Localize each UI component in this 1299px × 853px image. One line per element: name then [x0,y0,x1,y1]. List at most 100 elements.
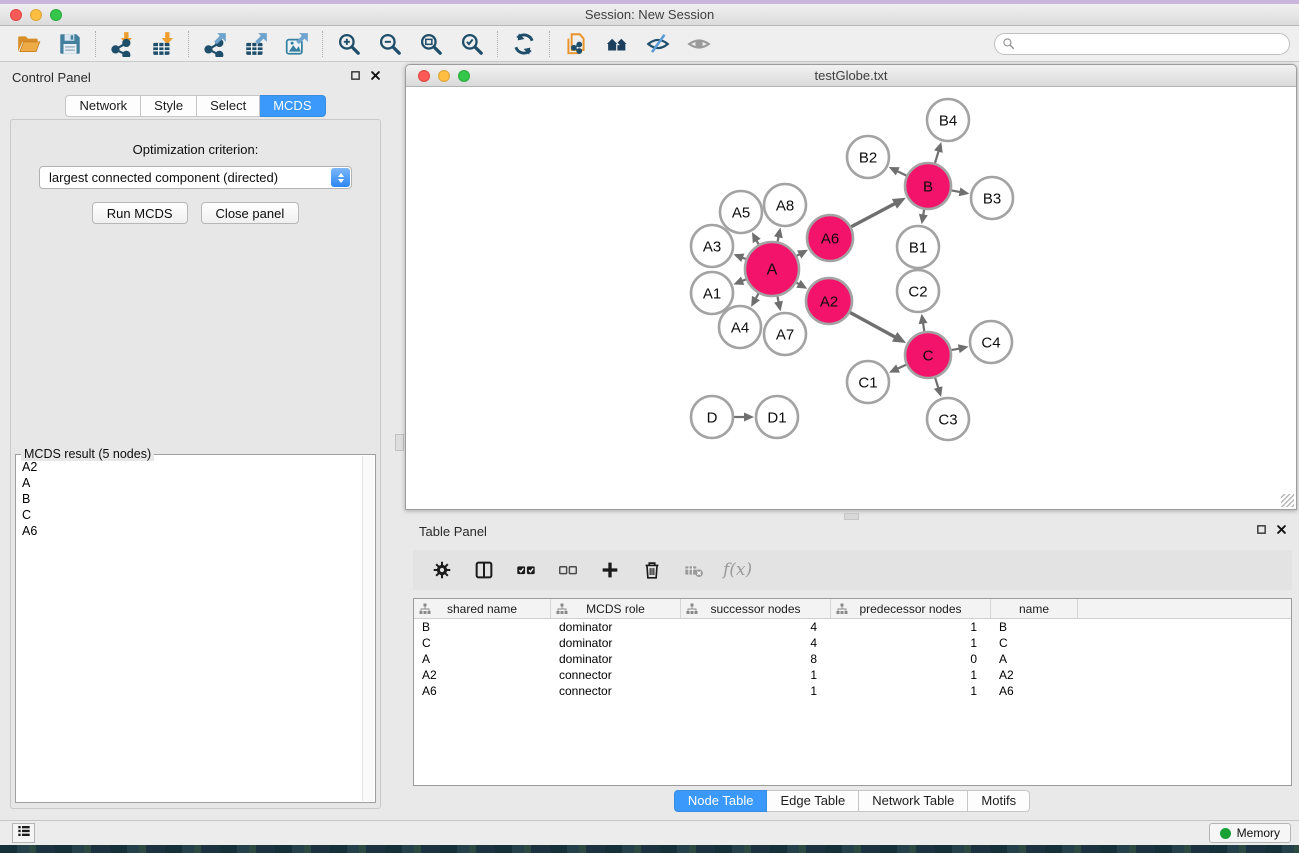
gear-icon[interactable] [429,557,455,583]
tab-node-table[interactable]: Node Table [674,790,768,812]
tab-mcds[interactable]: MCDS [260,95,325,117]
tab-network[interactable]: Network [65,95,141,117]
minimize-window-button[interactable] [30,9,42,21]
zoom-fit-icon[interactable] [410,29,451,59]
table-row[interactable]: Bdominator41B [414,619,1291,635]
search-field[interactable] [994,33,1290,55]
network-canvas[interactable]: A A1 A2 A3 A4 A5 A6 A7 A8 B B1 B2 B3 B4 C C1 C2 C3C4 D D1 [406,87,1296,509]
export-table-icon[interactable] [235,29,276,59]
export-network-icon[interactable] [194,29,235,59]
memory-button[interactable]: Memory [1209,823,1291,843]
node-A[interactable]: A [745,242,799,296]
edge-A6-B[interactable] [851,203,896,227]
node-B4[interactable]: B4 [927,99,969,141]
column-header-shared-name[interactable]: shared name [414,599,551,618]
result-item[interactable]: B [22,491,356,507]
zoom-out-icon[interactable] [369,29,410,59]
task-history-button[interactable] [12,823,35,843]
network-close-button[interactable] [418,70,430,82]
node-C4[interactable]: C4 [970,321,1012,363]
tab-network-table[interactable]: Network Table [859,790,968,812]
close-window-button[interactable] [10,9,22,21]
close-panel-icon[interactable] [370,70,381,81]
node-C3[interactable]: C3 [927,398,969,440]
close-panel-button[interactable]: Close panel [201,202,300,224]
column-header-successor-nodes[interactable]: successor nodes [681,599,831,618]
node-D[interactable]: D [691,396,733,438]
export-image-icon[interactable] [276,29,317,59]
run-mcds-button[interactable]: Run MCDS [92,202,188,224]
function-builder-icon[interactable]: f(x) [723,560,752,580]
add-column-icon[interactable] [597,557,623,583]
split-view-icon[interactable] [471,557,497,583]
node-A7[interactable]: A7 [764,313,806,355]
result-scrollbar[interactable] [362,456,374,801]
node-C2[interactable]: C2 [897,270,939,312]
refresh-icon[interactable] [503,29,544,59]
node-B2[interactable]: B2 [847,136,889,178]
node-A4[interactable]: A4 [719,306,761,348]
deselect-all-icon[interactable] [555,557,581,583]
search-input[interactable] [1015,35,1289,53]
node-C[interactable]: C [905,332,951,378]
show-panels-icon[interactable] [678,29,719,59]
edge-B-B4[interactable] [935,150,939,163]
criterion-select[interactable]: largest connected component (directed) [39,166,352,189]
arrowhead-A-A3 [734,254,745,262]
node-table: shared nameMCDS rolesuccessor nodesprede… [413,598,1292,786]
save-session-icon[interactable] [49,29,90,59]
task-list-icon [16,823,32,844]
tab-style[interactable]: Style [141,95,197,117]
select-all-icon[interactable] [513,557,539,583]
node-A2[interactable]: A2 [806,278,852,324]
node-A6[interactable]: A6 [807,215,853,261]
open-folder-icon[interactable] [8,29,49,59]
table-row[interactable]: Adominator80A [414,651,1291,667]
hierarchy-icon [556,603,568,618]
table-row[interactable]: Cdominator41C [414,635,1291,651]
node-D1[interactable]: D1 [756,396,798,438]
tab-select[interactable]: Select [197,95,260,117]
column-header-name[interactable]: name [991,599,1078,618]
network-zoom-button[interactable] [458,70,470,82]
table-row[interactable]: A6connector11A6 [414,683,1291,699]
horizontal-divider-grip[interactable] [844,513,859,520]
tab-edge-table[interactable]: Edge Table [767,790,859,812]
float-panel-icon[interactable] [350,70,361,81]
zoom-in-icon[interactable] [328,29,369,59]
table-row[interactable]: A2connector11A2 [414,667,1291,683]
table-cell: connector [551,667,681,683]
column-header-predecessor-nodes[interactable]: predecessor nodes [831,599,991,618]
node-C1[interactable]: C1 [847,361,889,403]
hide-panels-icon[interactable] [637,29,678,59]
delete-table-icon[interactable] [681,557,707,583]
float-table-panel-icon[interactable] [1256,524,1267,535]
close-table-panel-icon[interactable] [1276,524,1287,535]
node-B[interactable]: B [905,163,951,209]
column-header-MCDS-role[interactable]: MCDS role [551,599,681,618]
duplicate-network-icon[interactable] [555,29,596,59]
svg-text:B3: B3 [983,191,1001,208]
node-B1[interactable]: B1 [897,226,939,268]
window-resize-grip[interactable] [1281,494,1294,507]
mcds-result-box: MCDS result (5 nodes) A2ABCA6 [15,454,376,803]
tab-motifs[interactable]: Motifs [968,790,1030,812]
node-A5[interactable]: A5 [720,191,762,233]
edge-A2-C[interactable] [850,313,896,338]
result-item[interactable]: A6 [22,523,356,539]
node-A3[interactable]: A3 [691,225,733,267]
result-item[interactable]: C [22,507,356,523]
zoom-window-button[interactable] [50,9,62,21]
home-icon[interactable] [596,29,637,59]
zoom-selected-icon[interactable] [451,29,492,59]
result-item[interactable]: A2 [22,459,356,475]
network-minimize-button[interactable] [438,70,450,82]
node-A1[interactable]: A1 [691,272,733,314]
result-item[interactable]: A [22,475,356,491]
delete-column-icon[interactable] [639,557,665,583]
node-B3[interactable]: B3 [971,177,1013,219]
import-network-icon[interactable] [101,29,142,59]
node-A8[interactable]: A8 [764,184,806,226]
import-table-icon[interactable] [142,29,183,59]
vertical-divider-grip[interactable] [395,434,404,451]
